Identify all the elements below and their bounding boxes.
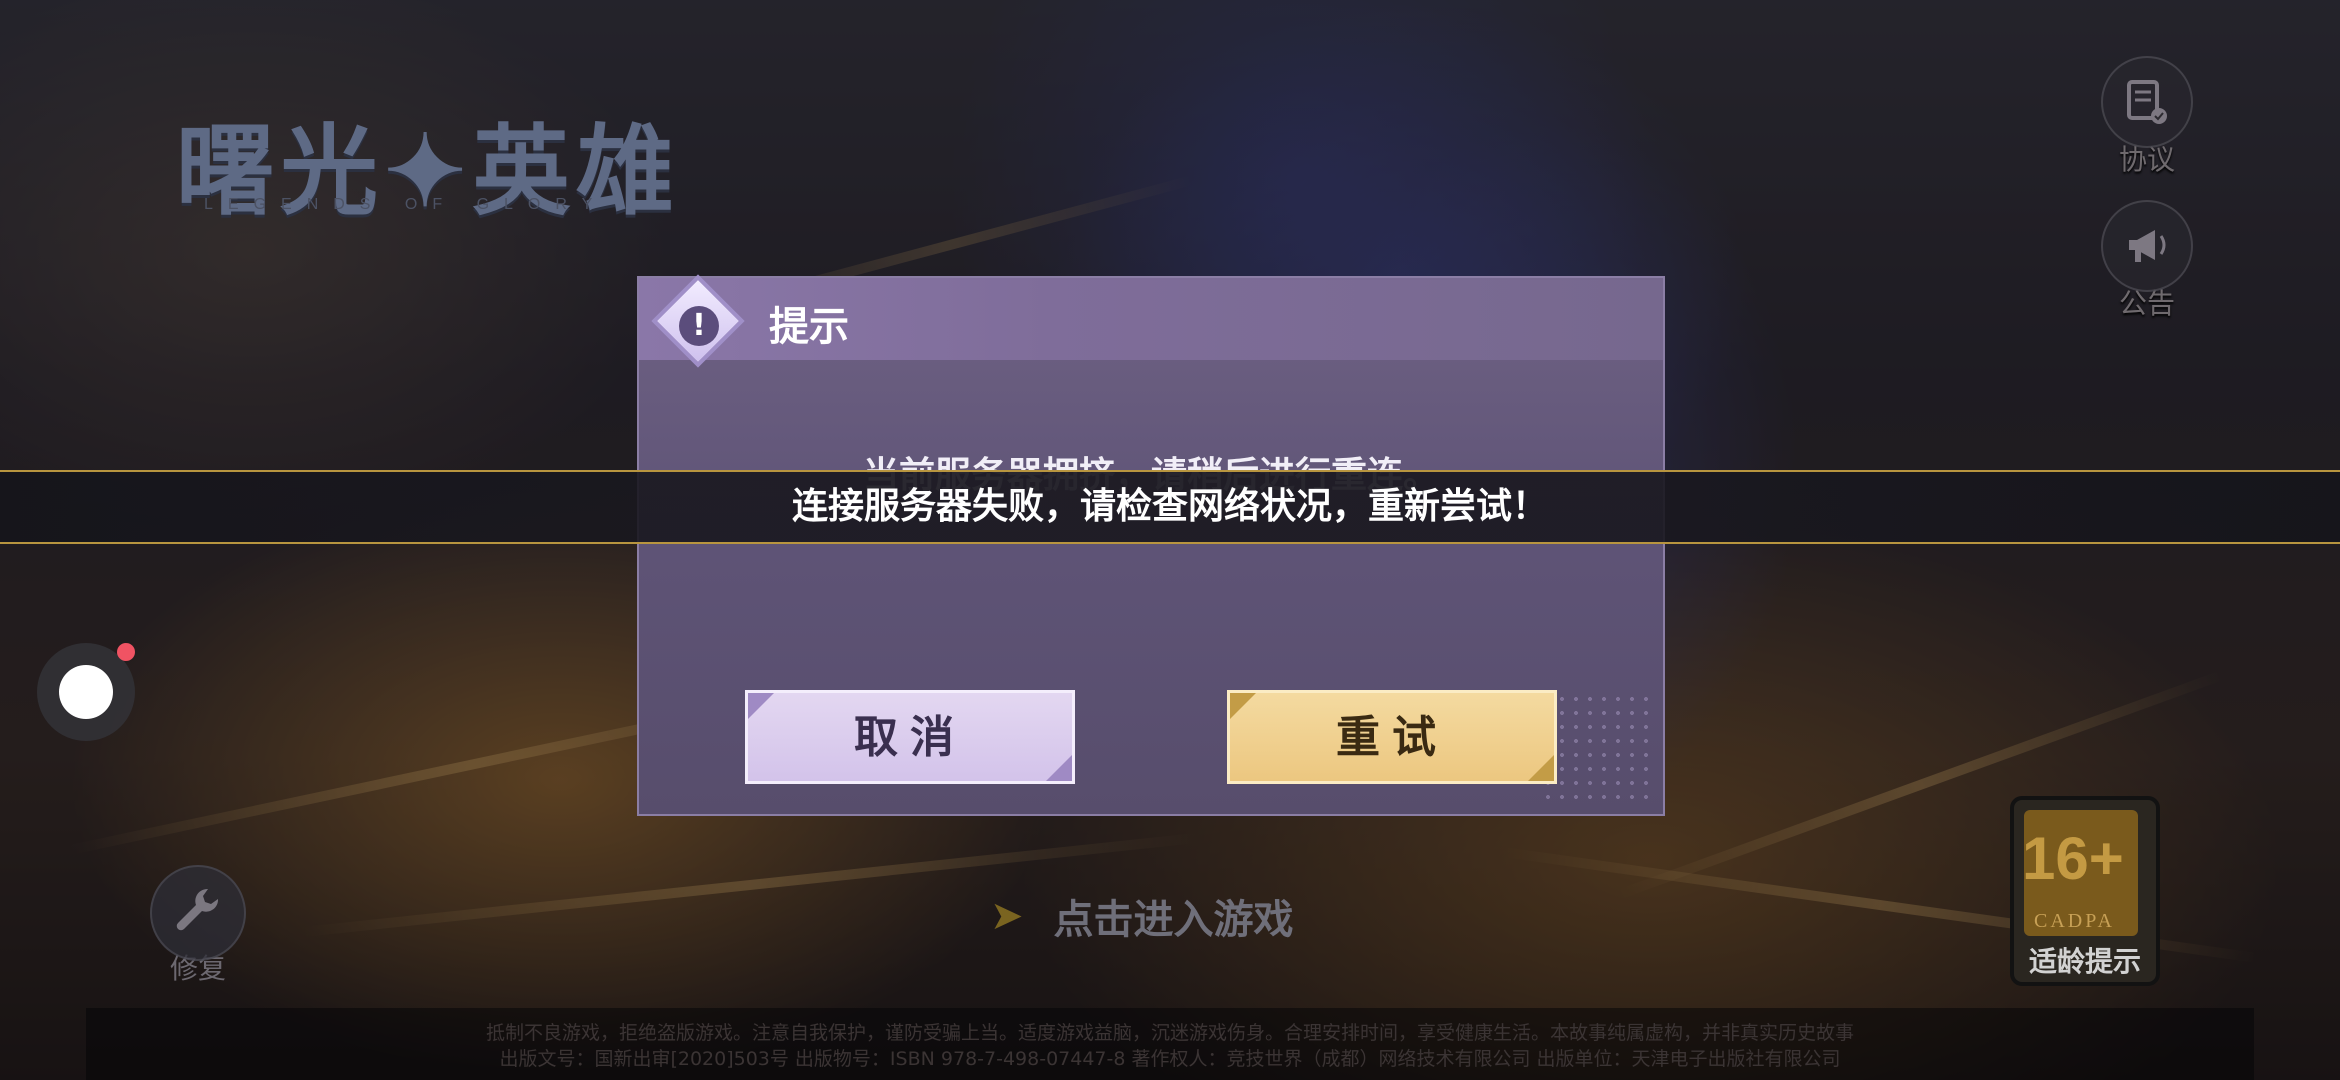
wrench-icon [150,865,246,961]
age-rating-org: CADPA [2034,910,2115,932]
error-toast: 连接服务器失败，请检查网络状况，重新尝试！ [0,470,2340,544]
age-rating-tip: 适龄提示 [2028,945,2141,978]
dialog-title: 提示 [769,304,849,350]
floating-assistant-button[interactable] [37,643,135,741]
agreement-icon [2101,56,2193,148]
cancel-button-label: 取消 [854,712,966,763]
notice-button[interactable]: 公告 [2100,200,2194,322]
notification-dot [117,643,135,661]
retry-button[interactable]: 重试 [1227,690,1557,784]
footer-line-1: 抵制不良游戏，拒绝盗版游戏。注意自我保护，谨防受骗上当。适度游戏益脑，沉迷游戏伤… [485,1022,1854,1044]
alert-dialog: ! 提示 当前服务器拥挤，请稍后进行重连。 取消 重试 [637,274,1665,816]
exclamation-icon: ! [679,306,719,346]
game-logo: 曙光✦英雄 LEGENDS OF GLORY [176,92,676,229]
retry-button-label: 重试 [1336,712,1448,763]
megaphone-icon [2101,200,2193,292]
logo-subtitle: LEGENDS OF GLORY [204,196,608,213]
legal-footer: 抵制不良游戏，拒绝盗版游戏。注意自我保护，谨防受骗上当。适度游戏益脑，沉迷游戏伤… [86,1008,2254,1080]
enter-game-label: 点击进入游戏 [1053,897,1294,943]
age-rating-badge[interactable]: 16+ CADPA 适龄提示 [2010,796,2160,986]
repair-button[interactable]: 修复 [150,865,246,987]
agreement-button[interactable]: 协议 [2100,56,2194,178]
play-arrow-icon: ➤ [990,893,1024,939]
toast-message: 连接服务器失败，请检查网络状况，重新尝试！ [791,486,1548,527]
age-rating-number: 16+ [2022,825,2124,892]
footer-line-2: 出版文号：国新出审[2020]503号 出版物号：ISBN 978-7-498-… [499,1048,1841,1070]
cancel-button[interactable]: 取消 [745,690,1075,784]
enter-game-button[interactable]: ➤ 点击进入游戏 [990,880,1410,952]
